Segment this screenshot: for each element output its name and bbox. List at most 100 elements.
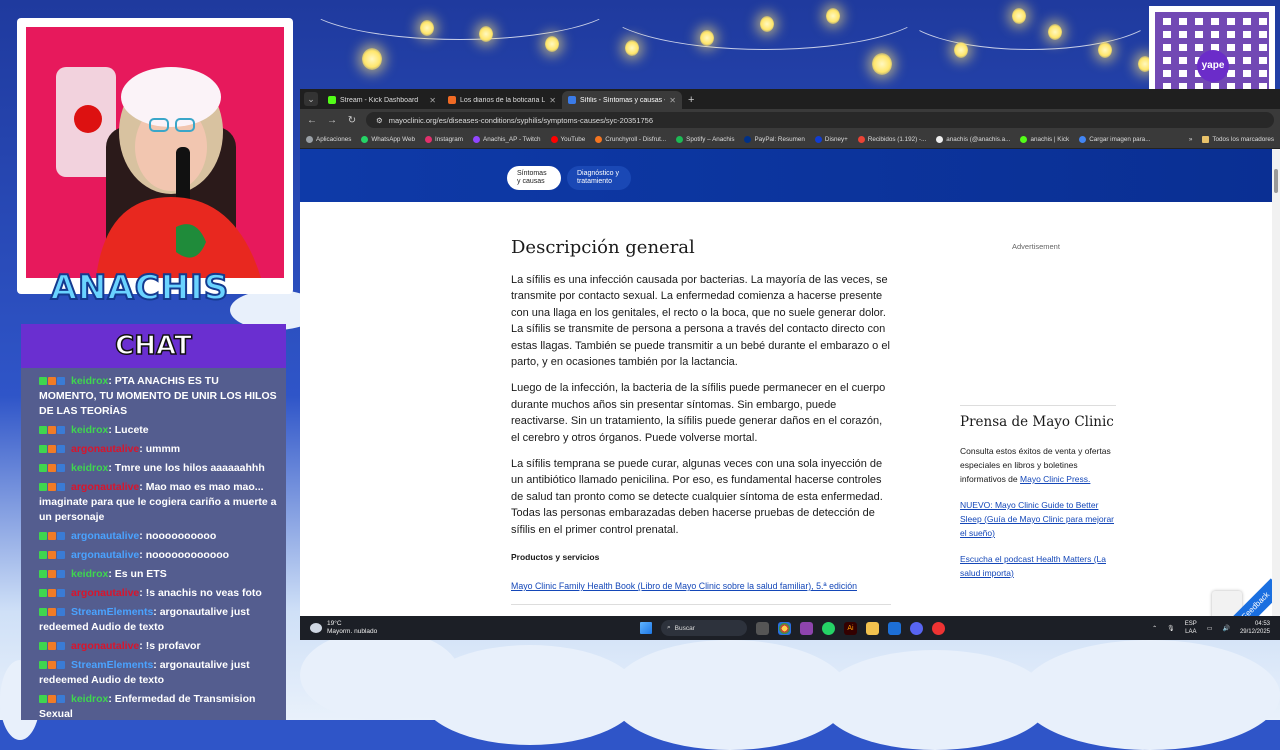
chat-username[interactable]: argonautalive — [71, 530, 139, 542]
chat-username[interactable]: argonautalive — [71, 549, 139, 561]
chat-message: StreamElements: argonautalive just redee… — [39, 658, 278, 688]
yape-logo: yape — [1197, 50, 1229, 82]
network-icon[interactable]: ▭ — [1207, 625, 1213, 632]
close-tab-icon[interactable]: ✕ — [549, 96, 556, 105]
scroll-thumb[interactable] — [1274, 169, 1278, 193]
bookmark-item[interactable]: PayPal: Resumen — [744, 136, 805, 143]
discord-icon[interactable] — [910, 621, 923, 635]
page-scrollbar[interactable] — [1272, 149, 1280, 629]
bookmark-item[interactable]: YouTube — [550, 136, 585, 143]
browser-tab[interactable]: Stream - Kick Dashboard ✕ — [322, 91, 442, 109]
badge-icon — [39, 695, 47, 704]
chat-username[interactable]: StreamElements — [71, 659, 153, 671]
bookmark-label: Aplicaciones — [316, 136, 352, 143]
tab-diagnosis-treatment[interactable]: Diagnóstico y tratamiento — [567, 166, 631, 190]
chat-message: argonautalive: !s anachis no veas foto — [39, 586, 278, 601]
chat-username[interactable]: keidrox — [71, 462, 108, 474]
badge-icon — [39, 464, 47, 473]
section-nav-band: Síntomas y causas Diagnóstico y tratamie… — [300, 149, 1272, 202]
chat-username[interactable]: argonautalive — [71, 443, 139, 455]
badge-icon — [57, 426, 65, 435]
taskbar-apps: ⌕ Buscar Ai — [640, 620, 945, 636]
chat-username[interactable]: StreamElements — [71, 606, 153, 618]
tab-title: Stream - Kick Dashboard — [340, 96, 419, 104]
light-bulb — [954, 42, 968, 58]
press-title: Prensa de Mayo Clinic — [960, 414, 1114, 430]
light-bulb — [1098, 42, 1112, 58]
bookmark-item[interactable]: anachis (@anachis.a... — [936, 136, 1010, 143]
light-bulb — [760, 16, 774, 32]
language-indicator[interactable]: ESP LAA — [1185, 620, 1197, 636]
forward-icon[interactable]: → — [326, 115, 338, 126]
volume-icon[interactable]: 🔊 — [1222, 625, 1229, 632]
bookmark-item[interactable]: Anachis_AP - Twitch — [473, 136, 541, 143]
close-tab-icon[interactable]: ✕ — [429, 96, 436, 105]
reload-icon[interactable]: ↻ — [346, 115, 358, 126]
badge-icon — [57, 608, 65, 617]
chat-username[interactable]: keidrox — [71, 375, 108, 387]
site-info-icon[interactable]: ⚙ — [376, 116, 383, 125]
podcast-link[interactable]: Escucha el podcast Health Matters (La sa… — [960, 554, 1106, 578]
address-bar[interactable]: ⚙ mayoclinic.org/es/diseases-conditions/… — [366, 112, 1274, 128]
back-icon[interactable]: ← — [306, 115, 318, 126]
chat-username[interactable]: keidrox — [71, 568, 108, 580]
chat-username[interactable]: keidrox — [71, 424, 108, 436]
weather-widget[interactable]: 19°C Mayorm. nublado — [300, 620, 640, 636]
all-bookmarks-button[interactable]: Todos los marcadores — [1202, 136, 1274, 143]
whatsapp-icon[interactable] — [822, 621, 835, 635]
mayo-clinic-press-link[interactable]: Mayo Clinic Press. — [1020, 474, 1090, 484]
light-bulb — [1048, 24, 1062, 40]
badge-icon — [57, 464, 65, 473]
article-paragraph: La sífilis temprana se puede curar, algu… — [511, 458, 883, 536]
bookmark-item[interactable]: anachis | Kick — [1020, 136, 1069, 143]
bookmarks-bar: Aplicaciones WhatsApp Web Instagram Anachis… — [300, 131, 1280, 149]
chat-text: : ummm — [139, 443, 181, 455]
browser-tab[interactable]: Sífilis - Síntomas y causas - Ma ✕ — [562, 91, 682, 109]
bookmark-item[interactable]: Recibidos (1.192) -... — [857, 136, 927, 143]
file-explorer-icon[interactable] — [866, 621, 879, 635]
tab-search-button[interactable]: ⌄ — [304, 92, 318, 106]
new-tab-button[interactable]: + — [682, 94, 700, 109]
temperature: 19°C — [327, 620, 342, 627]
chat-username[interactable]: argonautalive — [71, 481, 139, 493]
chat-username[interactable]: argonautalive — [71, 587, 139, 599]
bookmark-item[interactable]: Aplicaciones — [306, 136, 351, 143]
better-sleep-link[interactable]: NUEVO: Mayo Clinic Guide to Better Sleep… — [960, 500, 1114, 538]
bookmark-item[interactable]: WhatsApp Web — [361, 136, 415, 143]
chrome-icon[interactable] — [778, 621, 791, 635]
illustrator-icon[interactable]: Ai — [844, 621, 857, 635]
advertisement-label: Advertisement — [1012, 242, 1060, 251]
badge-icon — [39, 445, 47, 454]
badge-icon — [57, 661, 65, 670]
tab-title: Sífilis - Síntomas y causas - Ma — [580, 96, 665, 104]
badge-icon — [48, 464, 56, 473]
tab-symptoms-causes[interactable]: Síntomas y causas — [507, 166, 561, 190]
bookmark-item[interactable]: Instagram — [425, 136, 463, 143]
clock[interactable]: 04:53 29/12/2025 — [1240, 620, 1270, 636]
close-tab-icon[interactable]: ✕ — [669, 96, 676, 105]
bookmark-label: Recibidos (1.192) -... — [867, 136, 927, 143]
start-icon[interactable] — [640, 622, 652, 634]
obs-icon[interactable] — [932, 621, 945, 635]
taskbar-search[interactable]: ⌕ Buscar — [661, 620, 747, 636]
browser-tab[interactable]: Los diarios de la boticaria Lakar✕ — [442, 91, 562, 109]
chat-username[interactable]: keidrox — [71, 693, 108, 705]
bookmark-item[interactable]: Spotify – Anachis — [676, 136, 734, 143]
chevron-up-icon[interactable]: ⌃ — [1152, 625, 1157, 632]
chat-username[interactable]: argonautalive — [71, 640, 139, 652]
chat-list: keidrox: PTA ANACHIS ES TU MOMENTO, TU M… — [39, 374, 278, 720]
bookmark-item[interactable]: Crunchyroll - Disfrut... — [595, 136, 666, 143]
press-intro: Consulta estos éxitos de venta y ofertas… — [960, 446, 1111, 484]
task-view-icon[interactable] — [756, 621, 769, 635]
more-bookmarks-icon[interactable]: » — [1189, 136, 1193, 143]
app-icon[interactable] — [800, 621, 813, 635]
microphone-icon[interactable]: 🎙 — [1167, 625, 1175, 632]
bookmark-item[interactable]: Disney+ — [814, 136, 848, 143]
badge-icon — [48, 570, 56, 579]
store-icon[interactable] — [888, 621, 901, 635]
bookmark-item[interactable]: Cargar imagen para... — [1079, 136, 1150, 143]
tab-bar: ⌄ Stream - Kick Dashboard ✕ Los diarios de… — [300, 89, 1280, 109]
badge-icon — [48, 532, 56, 541]
web-page: Síntomas y causas Diagnóstico y tratamie… — [300, 149, 1272, 629]
family-health-book-link[interactable]: Mayo Clinic Family Health Book (Libro de… — [511, 581, 857, 591]
